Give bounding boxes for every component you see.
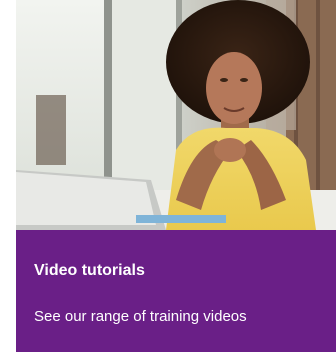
- card-caption: Video tutorials See our range of trainin…: [16, 230, 336, 352]
- card-title[interactable]: Video tutorials: [34, 262, 145, 280]
- card-description: See our range of training videos: [34, 308, 247, 325]
- video-tutorials-card[interactable]: Video tutorials See our range of trainin…: [16, 0, 336, 352]
- woman-using-laptop-photo: [16, 0, 336, 230]
